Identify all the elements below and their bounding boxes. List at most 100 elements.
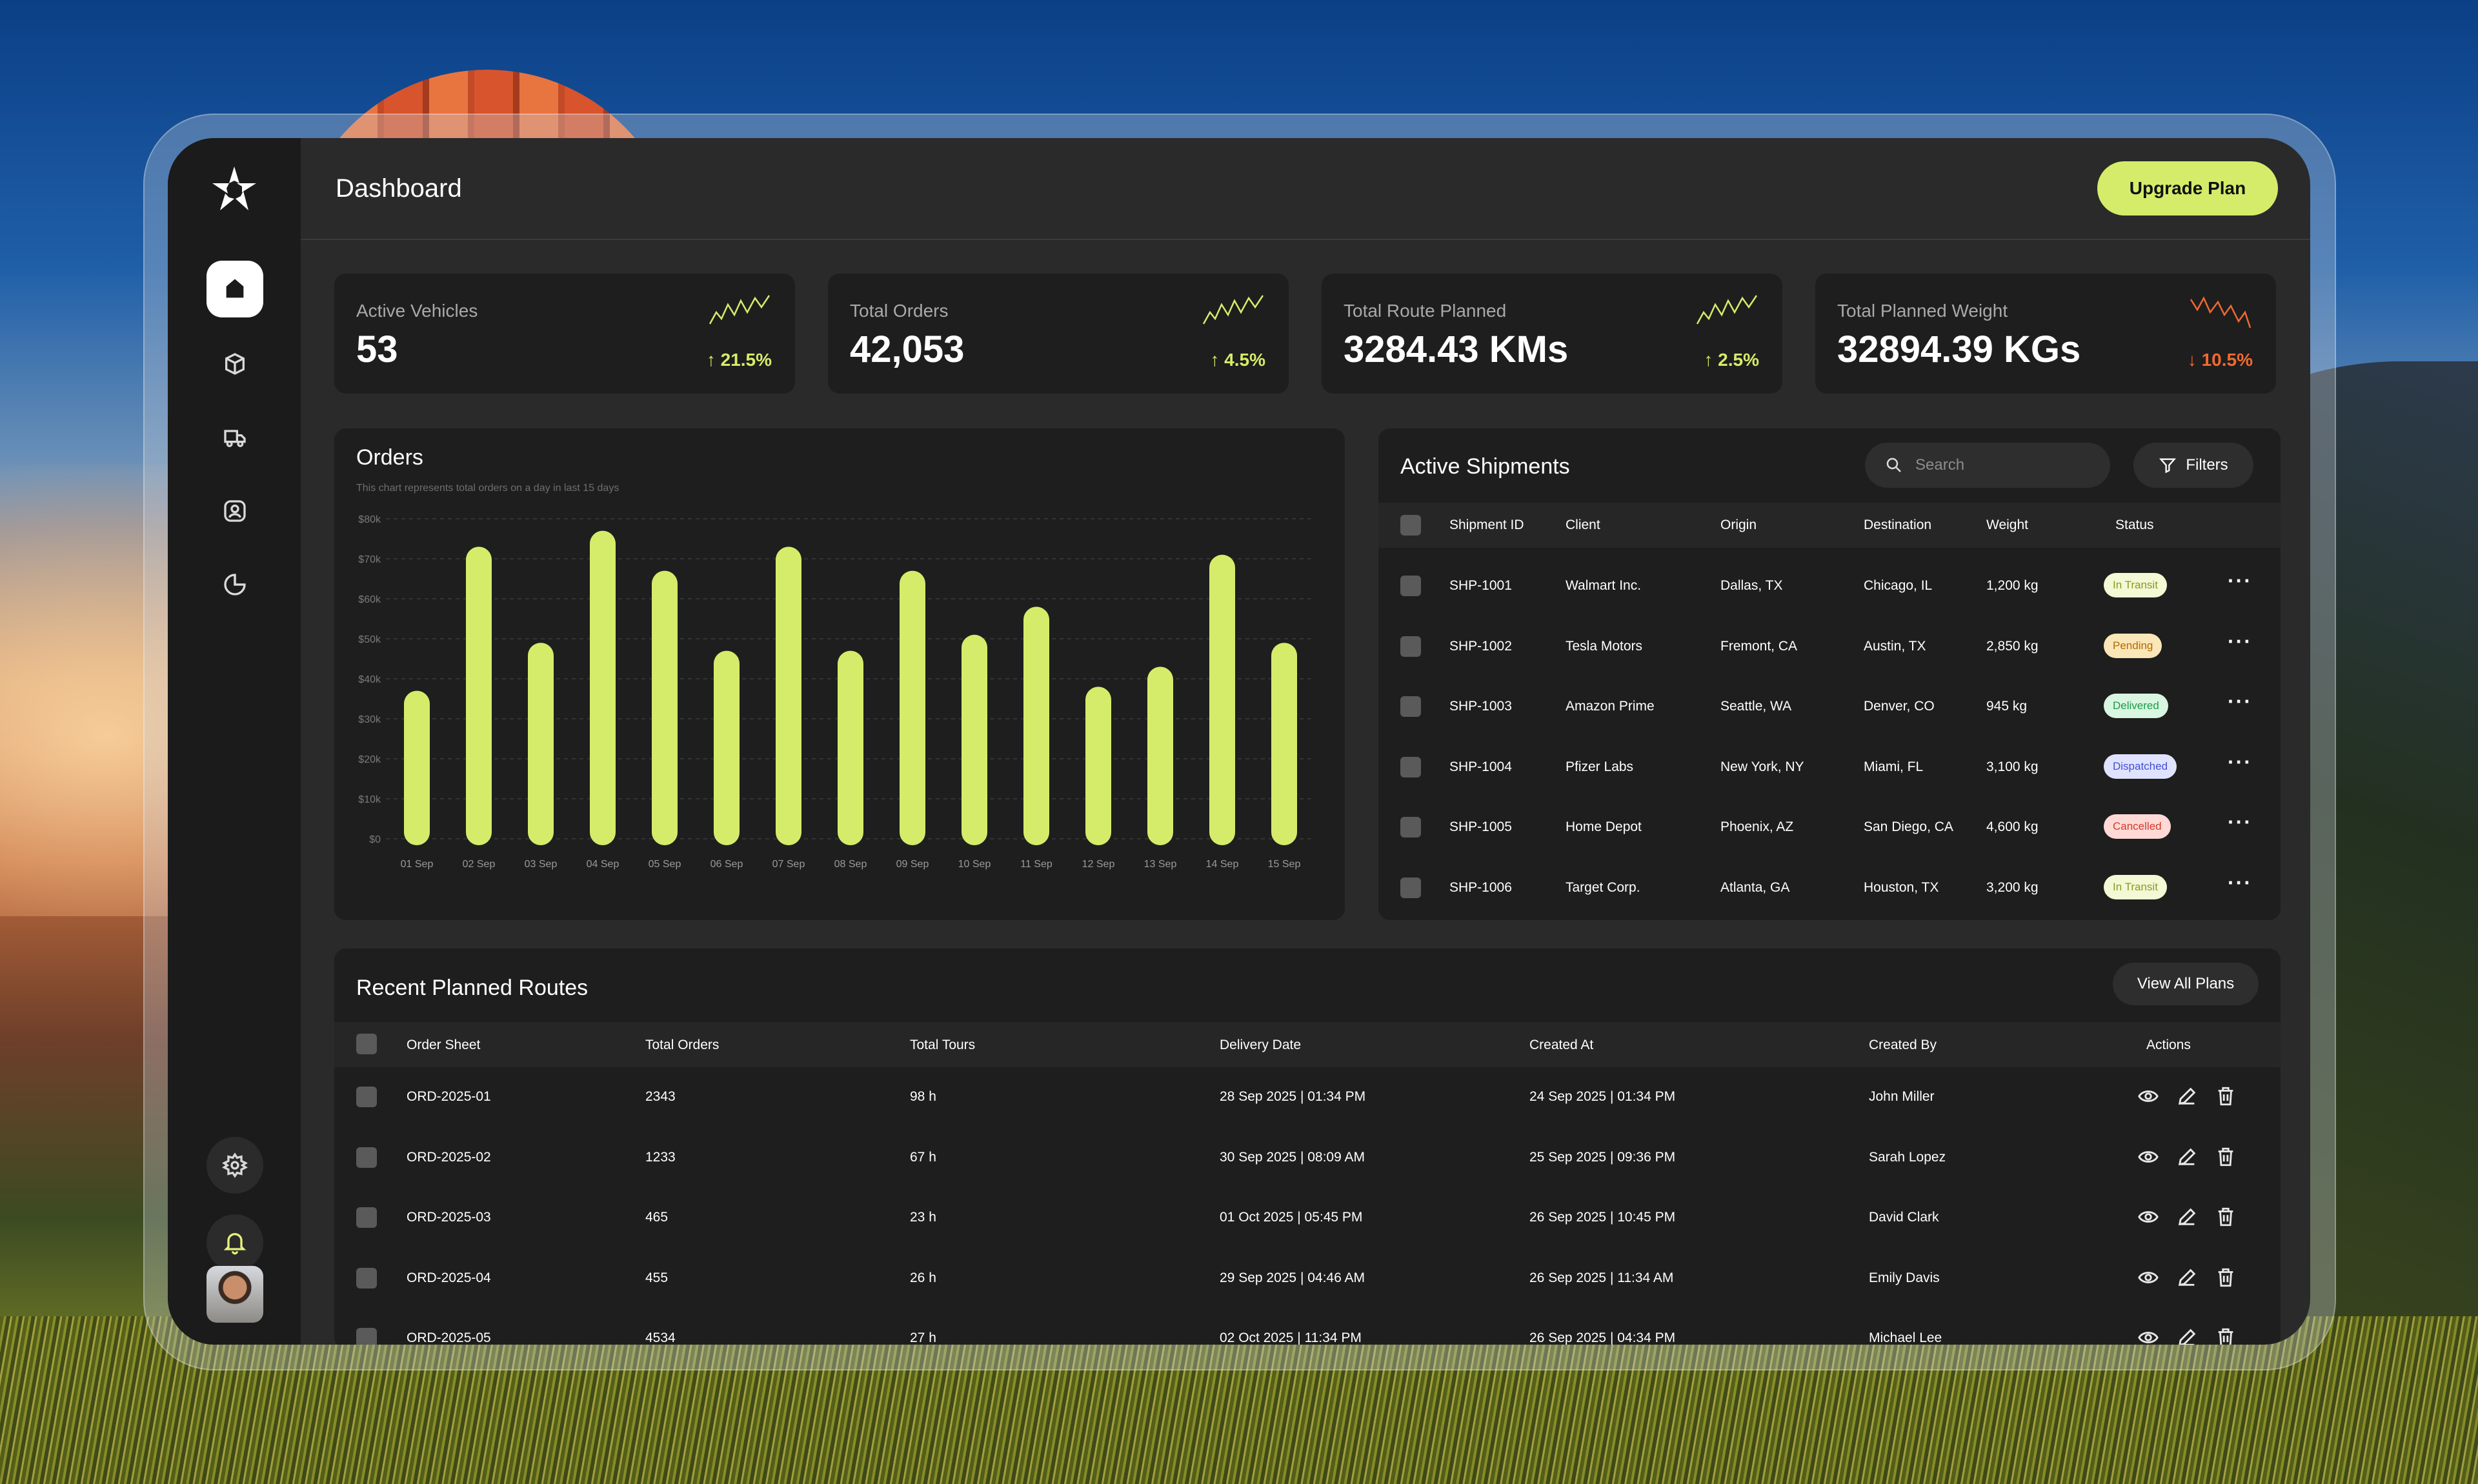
bell-icon xyxy=(223,1233,247,1255)
table-cell: Miami, FL xyxy=(1864,759,1924,774)
table-row[interactable]: SHP-1002 Tesla Motors Fremont, CA Austin, T… xyxy=(1378,630,2281,668)
row-checkbox[interactable] xyxy=(1400,756,1421,777)
more-options-icon[interactable]: ··· xyxy=(2228,569,2252,593)
row-checkbox[interactable] xyxy=(356,1147,377,1168)
sidebar-item-vehicles[interactable] xyxy=(206,409,263,466)
kpi-label: Active Vehicles xyxy=(356,301,478,321)
view-icon[interactable] xyxy=(2137,1267,2159,1288)
delete-icon[interactable] xyxy=(2215,1085,2237,1107)
table-cell: New York, NY xyxy=(1720,759,1804,774)
table-cell: 02 Oct 2025 | 11:34 PM xyxy=(1220,1330,1362,1345)
avatar[interactable] xyxy=(206,1266,263,1323)
more-options-icon[interactable]: ··· xyxy=(2228,871,2252,895)
view-icon[interactable] xyxy=(2137,1085,2159,1107)
table-cell: 3,200 kg xyxy=(1986,879,2039,895)
sidebar-item-users[interactable] xyxy=(206,483,263,539)
view-icon[interactable] xyxy=(2137,1206,2159,1228)
table-row[interactable]: ORD-2025-03 465 23 h 01 Oct 2025 | 05:45 PM… xyxy=(334,1198,2281,1237)
table-row[interactable]: ORD-2025-05 4534 27 h 02 Oct 2025 | 11:34 P… xyxy=(334,1319,2281,1345)
edit-icon[interactable] xyxy=(2176,1267,2198,1288)
row-checkbox[interactable] xyxy=(356,1267,377,1288)
row-checkbox[interactable] xyxy=(1400,877,1421,898)
table-cell: 24 Sep 2025 | 01:34 PM xyxy=(1529,1089,1676,1104)
table-cell: 67 h xyxy=(910,1149,936,1165)
table-row[interactable]: SHP-1001 Walmart Inc. Dallas, TX Chicago, I… xyxy=(1378,569,2281,608)
row-checkbox[interactable] xyxy=(1400,576,1421,596)
table-cell: 25 Sep 2025 | 09:36 PM xyxy=(1529,1149,1676,1165)
sidebar-item-packages[interactable] xyxy=(206,336,263,392)
main-content: Dashboard Upgrade Plan Active Vehicles 53… xyxy=(301,138,2310,1345)
row-checkbox[interactable] xyxy=(1400,636,1421,657)
row-checkbox[interactable] xyxy=(356,1087,377,1107)
delete-icon[interactable] xyxy=(2215,1327,2237,1345)
view-icon[interactable] xyxy=(2137,1327,2159,1345)
bar xyxy=(962,634,987,845)
x-tick-label: 14 Sep xyxy=(1206,859,1239,870)
status-badge: Dispatched xyxy=(2104,754,2177,779)
row-checkbox[interactable] xyxy=(1400,696,1421,717)
table-row[interactable]: ORD-2025-04 455 26 h 29 Sep 2025 | 04:46 AM… xyxy=(334,1259,2281,1298)
sparkline-icon xyxy=(1202,295,1264,325)
orders-chart-panel: Orders This chart represents total order… xyxy=(334,428,1345,920)
column-header: Weight xyxy=(1986,517,2028,532)
delete-icon[interactable] xyxy=(2215,1146,2237,1168)
table-cell: 26 Sep 2025 | 10:45 PM xyxy=(1529,1210,1676,1225)
table-cell: 28 Sep 2025 | 01:34 PM xyxy=(1220,1089,1366,1104)
table-cell: Austin, TX xyxy=(1864,638,1926,654)
row-checkbox[interactable] xyxy=(356,1207,377,1228)
x-tick-label: 03 Sep xyxy=(525,859,558,870)
column-header: Total Orders xyxy=(645,1038,720,1052)
edit-icon[interactable] xyxy=(2176,1146,2198,1168)
table-row[interactable]: SHP-1003 Amazon Prime Seattle, WA Denver, C… xyxy=(1378,690,2281,728)
more-options-icon[interactable]: ··· xyxy=(2228,690,2252,714)
table-row[interactable]: SHP-1005 Home Depot Phoenix, AZ San Diego, … xyxy=(1378,810,2281,849)
edit-icon[interactable] xyxy=(2176,1206,2198,1228)
edit-icon[interactable] xyxy=(2176,1085,2198,1107)
delete-icon[interactable] xyxy=(2215,1206,2237,1228)
bar xyxy=(776,546,801,845)
sidebar-item-reports[interactable] xyxy=(206,556,263,613)
table-row[interactable]: SHP-1006 Target Corp. Atlanta, GA Houston, … xyxy=(1378,871,2281,910)
column-header: Destination xyxy=(1864,517,1932,532)
more-options-icon[interactable]: ··· xyxy=(2228,630,2252,654)
select-all-checkbox[interactable] xyxy=(356,1034,377,1054)
bar xyxy=(1271,643,1297,845)
kpi-value: 42,053 xyxy=(850,328,965,370)
row-checkbox[interactable] xyxy=(1400,817,1421,837)
settings-button[interactable] xyxy=(206,1137,263,1194)
view-icon[interactable] xyxy=(2137,1146,2159,1168)
upgrade-plan-button[interactable]: Upgrade Plan xyxy=(2097,161,2278,216)
row-checkbox[interactable] xyxy=(356,1328,377,1345)
y-tick-label: $50k xyxy=(358,634,381,645)
table-cell: 26 Sep 2025 | 11:34 AM xyxy=(1529,1270,1674,1285)
table-row[interactable]: SHP-1004 Pfizer Labs New York, NY Miami, FL… xyxy=(1378,750,2281,789)
bar xyxy=(590,530,616,845)
notifications-button[interactable] xyxy=(206,1214,263,1271)
edit-icon[interactable] xyxy=(2176,1327,2198,1345)
table-row[interactable]: ORD-2025-02 1233 67 h 30 Sep 2025 | 08:09 A… xyxy=(334,1138,2281,1177)
status-badge: In Transit xyxy=(2104,874,2167,899)
table-cell: Seattle, WA xyxy=(1720,699,1792,714)
x-tick-label: 02 Sep xyxy=(463,859,496,870)
truck-icon xyxy=(224,430,246,447)
table-cell: Denver, CO xyxy=(1864,699,1935,714)
kpi-value: 53 xyxy=(356,328,398,370)
table-cell: 1233 xyxy=(645,1149,676,1165)
sidebar xyxy=(168,138,301,1345)
table-row[interactable]: ORD-2025-01 2343 98 h 28 Sep 2025 | 01:34 P… xyxy=(334,1078,2281,1116)
bar xyxy=(1147,667,1173,845)
more-options-icon[interactable]: ··· xyxy=(2228,750,2252,774)
more-options-icon[interactable]: ··· xyxy=(2228,810,2252,834)
delete-icon[interactable] xyxy=(2215,1267,2237,1288)
table-cell: ORD-2025-04 xyxy=(407,1270,491,1285)
select-all-checkbox[interactable] xyxy=(1400,515,1421,536)
table-cell: 2,850 kg xyxy=(1986,638,2039,654)
sidebar-item-home[interactable] xyxy=(206,261,263,317)
table-cell: ORD-2025-02 xyxy=(407,1149,491,1165)
kpi-card: Total Route Planned 3284.43 KMs ↑ 2.5% xyxy=(1322,274,1782,394)
table-cell: SHP-1001 xyxy=(1449,578,1512,593)
kpi-label: Total Route Planned xyxy=(1344,301,1507,321)
column-header: Shipment ID xyxy=(1449,517,1524,532)
table-cell: Chicago, IL xyxy=(1864,578,1933,593)
kpi-card: Total Orders 42,053 ↑ 4.5% xyxy=(828,274,1289,394)
